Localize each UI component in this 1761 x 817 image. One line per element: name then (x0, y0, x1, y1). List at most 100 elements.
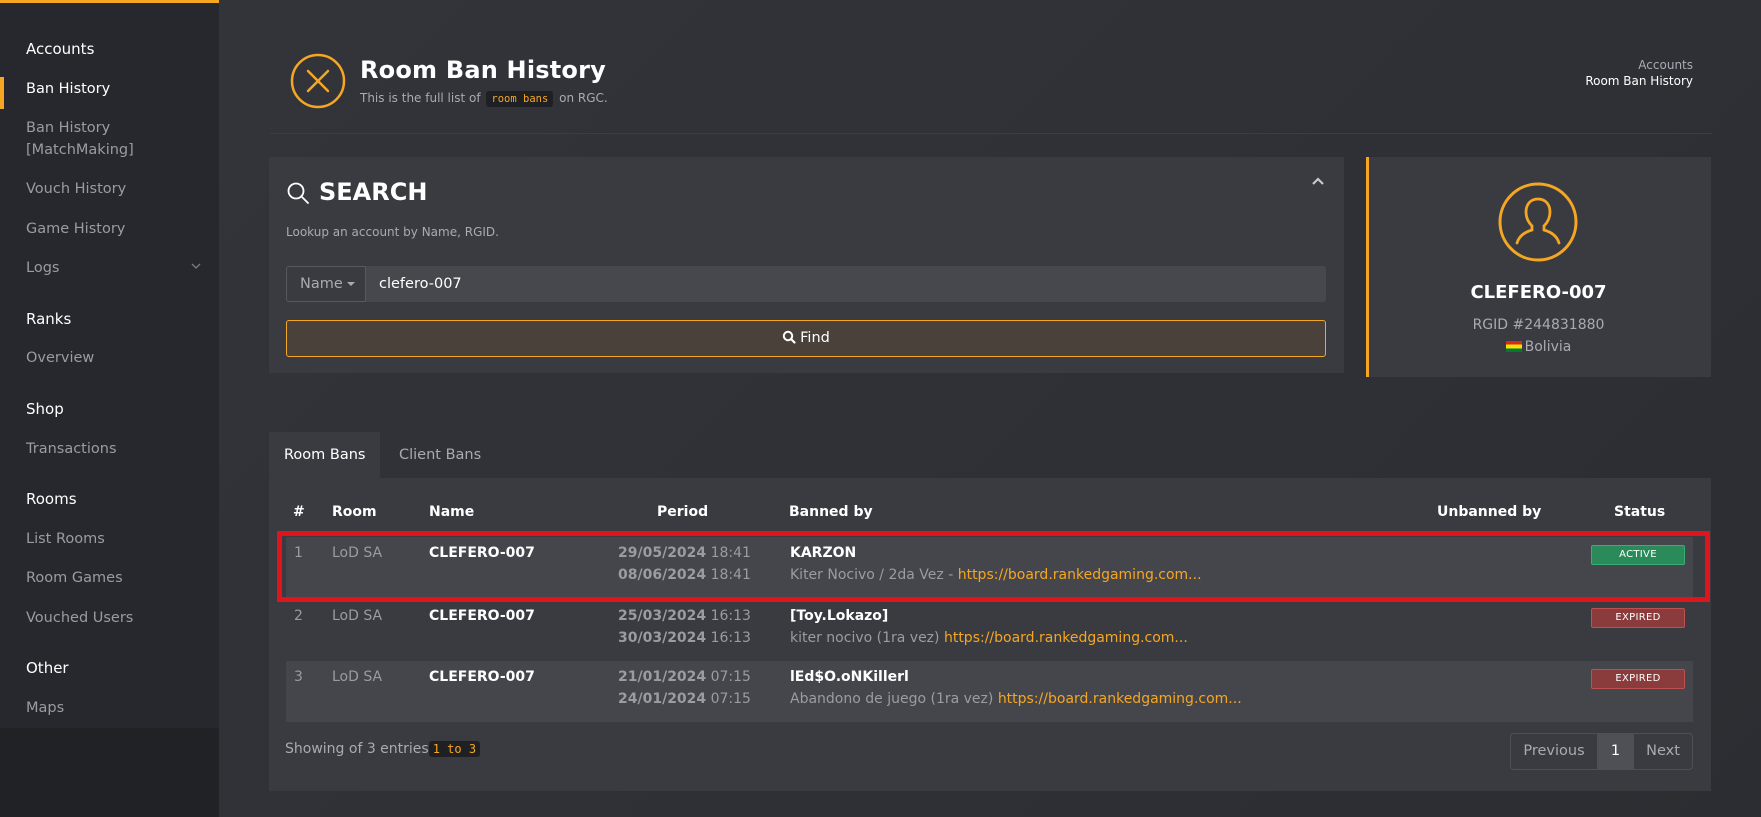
tab-client-bans[interactable]: Client Bans (399, 432, 481, 478)
chevron-up-icon[interactable] (1311, 176, 1325, 186)
chevron-down-icon[interactable] (190, 260, 202, 272)
country-name: Bolivia (1524, 339, 1572, 355)
sidebar-item-label: [MatchMaking] (26, 142, 134, 158)
table-row[interactable]: 1 LoD SA CLEFERO-007 29/05/2024 18:41 08… (286, 537, 1693, 598)
row-name: CLEFERO-007 (429, 669, 535, 685)
reason-text: Kiter Nocivo / 2da Vez - (790, 567, 958, 583)
sidebar-section-other: Other (26, 659, 69, 677)
start-date: 29/05/2024 (618, 545, 707, 561)
row-number: 2 (294, 608, 303, 624)
row-banned-by: [Toy.Lokazo] (790, 608, 889, 624)
start-time: 18:41 (710, 545, 751, 561)
start-date: 21/01/2024 (618, 669, 707, 685)
table-info: Showing of 3 entries 1 to 3 (285, 741, 481, 757)
table-row[interactable]: 3 LoD SA CLEFERO-007 21/01/2024 07:15 24… (286, 661, 1693, 722)
start-time: 16:13 (710, 608, 751, 624)
sidebar-item-ban-history[interactable]: Ban History (26, 78, 110, 100)
sidebar-item-label: Ban History (26, 120, 111, 136)
sidebar-active-indicator (0, 77, 4, 109)
pagination-page-current[interactable]: 1 (1598, 733, 1633, 770)
row-banned-by: KARZON (790, 545, 857, 561)
row-room: LoD SA (332, 608, 383, 624)
sidebar-item-room-games[interactable]: Room Games (26, 567, 123, 589)
status-badge: EXPIRED (1591, 608, 1685, 628)
end-date: 30/03/2024 (618, 630, 707, 646)
row-reason: kiter nocivo (1ra vez) https://board.ran… (790, 630, 1188, 646)
search-hint: Lookup an account by Name, RGID. (286, 225, 499, 239)
breadcrumb-current: Room Ban History (1585, 74, 1693, 88)
end-date: 08/06/2024 (618, 567, 707, 583)
end-time: 07:15 (710, 691, 751, 707)
column-header-name: Name (429, 504, 475, 520)
row-number: 1 (294, 545, 303, 561)
sidebar-item-overview[interactable]: Overview (26, 347, 94, 369)
sidebar-accent-bar (0, 0, 219, 3)
table-row[interactable]: 2 LoD SA CLEFERO-007 25/03/2024 16:13 30… (286, 600, 1693, 661)
row-number: 3 (294, 669, 303, 685)
profile-rgid: RGID #244831880 (1472, 317, 1605, 333)
reason-link[interactable]: https://board.rankedgaming.com... (958, 567, 1202, 583)
sidebar-item-logs[interactable]: Logs (26, 257, 59, 279)
search-input[interactable] (366, 266, 1326, 302)
row-period-end: 30/03/2024 16:13 (618, 630, 751, 646)
sidebar-section-rooms: Rooms (26, 490, 77, 508)
find-button[interactable]: Find (286, 320, 1326, 357)
page-subtitle: This is the full list of room bans on RG… (360, 91, 608, 107)
sidebar-item-maps[interactable]: Maps (26, 697, 64, 719)
row-reason: Abandono de juego (1ra vez) https://boar… (790, 691, 1242, 707)
search-type-select[interactable]: Name (286, 266, 366, 302)
column-header-room: Room (332, 504, 377, 520)
sidebar-section-accounts: Accounts (26, 40, 95, 58)
status-badge: EXPIRED (1591, 669, 1685, 689)
reason-text: Abandono de juego (1ra vez) (790, 691, 998, 707)
sidebar-item-vouch-history[interactable]: Vouch History (26, 178, 126, 200)
tab-room-bans[interactable]: Room Bans (269, 432, 380, 478)
sidebar-item-vouched-users[interactable]: Vouched Users (26, 607, 133, 629)
sidebar-item-ban-history-matchmaking[interactable]: Ban History [MatchMaking] (26, 117, 134, 161)
row-period-start: 25/03/2024 16:13 (618, 608, 751, 624)
caret-down-icon (346, 282, 355, 286)
reason-link[interactable]: https://board.rankedgaming.com... (998, 691, 1242, 707)
row-period-end: 24/01/2024 07:15 (618, 691, 751, 707)
page-title: Room Ban History (360, 56, 606, 84)
search-icon (287, 182, 309, 204)
showing-text: Showing of 3 entries (285, 741, 429, 757)
reason-link[interactable]: https://board.rankedgaming.com... (944, 630, 1188, 646)
row-period-start: 29/05/2024 18:41 (618, 545, 751, 561)
column-header-status: Status (1614, 504, 1666, 520)
end-date: 24/01/2024 (618, 691, 707, 707)
sidebar-item-game-history[interactable]: Game History (26, 218, 125, 240)
sidebar-section-shop: Shop (26, 400, 64, 418)
column-header-unbanned-by: Unbanned by (1437, 504, 1542, 520)
row-banned-by: lEd$O.oNKillerl (790, 669, 909, 685)
start-date: 25/03/2024 (618, 608, 707, 624)
column-header-number: # (293, 504, 305, 520)
profile-name: CLEFERO-007 (1470, 282, 1607, 303)
end-time: 16:13 (710, 630, 751, 646)
search-icon (782, 330, 796, 344)
pagination-previous[interactable]: Previous (1510, 733, 1598, 770)
sidebar-item-transactions[interactable]: Transactions (26, 438, 117, 460)
row-name: CLEFERO-007 (429, 545, 535, 561)
column-header-period: Period (657, 504, 709, 520)
flag-bolivia-icon (1505, 341, 1522, 352)
row-period-end: 08/06/2024 18:41 (618, 567, 751, 583)
sidebar-item-list-rooms[interactable]: List Rooms (26, 528, 105, 550)
search-type-value: Name (300, 276, 343, 292)
end-time: 18:41 (710, 567, 751, 583)
breadcrumb-accounts[interactable]: Accounts (1638, 58, 1693, 72)
column-header-banned-by: Banned by (789, 504, 873, 520)
divider (270, 133, 1712, 134)
row-reason: Kiter Nocivo / 2da Vez - https://board.r… (790, 567, 1202, 583)
ban-circle-icon (290, 53, 346, 109)
showing-range: 1 to 3 (428, 741, 481, 757)
profile-country: Bolivia (1366, 339, 1711, 355)
reason-text: kiter nocivo (1ra vez) (790, 630, 944, 646)
row-name: CLEFERO-007 (429, 608, 535, 624)
pagination-next[interactable]: Next (1633, 733, 1693, 770)
subtitle-code: room bans (486, 91, 554, 107)
row-period-start: 21/01/2024 07:15 (618, 669, 751, 685)
find-label: Find (800, 330, 830, 346)
status-badge: ACTIVE (1591, 545, 1685, 565)
sidebar-section-ranks: Ranks (26, 310, 72, 328)
